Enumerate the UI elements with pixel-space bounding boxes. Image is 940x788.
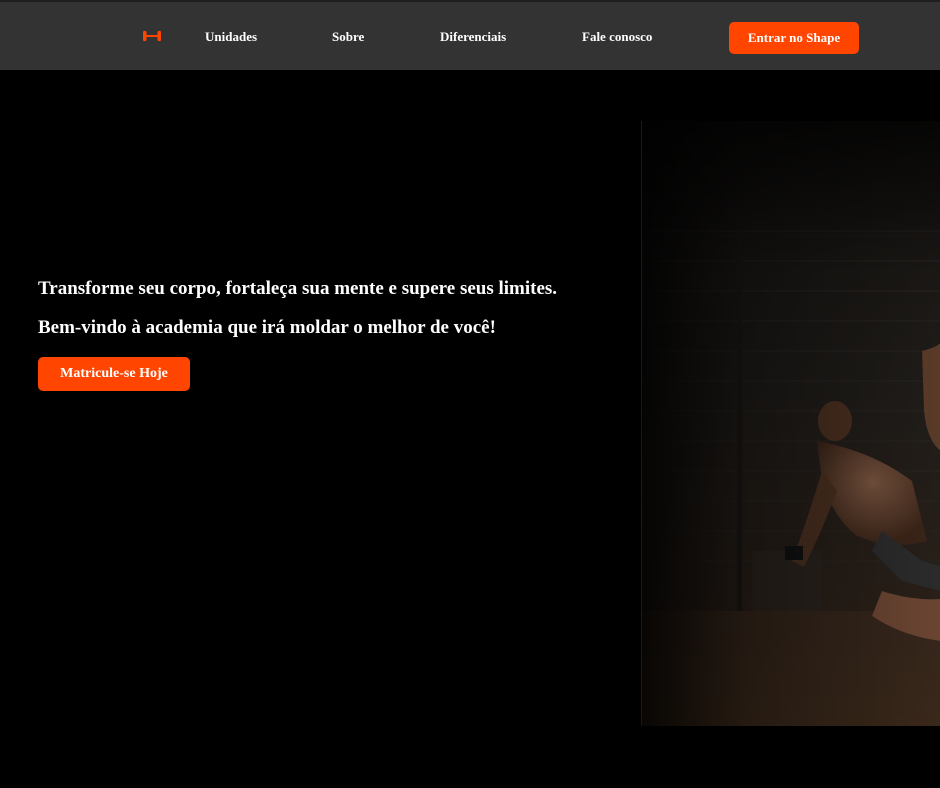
dumbbell-icon[interactable] <box>142 28 162 44</box>
hero-subheadline: Bem-vindo à academia que irá moldar o me… <box>38 317 496 338</box>
entrar-button[interactable]: Entrar no Shape <box>729 22 859 54</box>
nav-link-diferenciais[interactable]: Diferenciais <box>440 29 506 45</box>
matricule-button[interactable]: Matricule-se Hoje <box>38 357 190 391</box>
gym-athletes-image <box>641 121 940 726</box>
hero-headline: Transforme seu corpo, fortaleça sua ment… <box>38 278 558 299</box>
nav-link-unidades[interactable]: Unidades <box>205 29 257 45</box>
nav-link-fale-conosco[interactable]: Fale conosco <box>582 29 652 45</box>
top-navbar: Unidades Sobre Diferenciais Fale conosco… <box>0 0 940 70</box>
nav-link-sobre[interactable]: Sobre <box>332 29 364 45</box>
